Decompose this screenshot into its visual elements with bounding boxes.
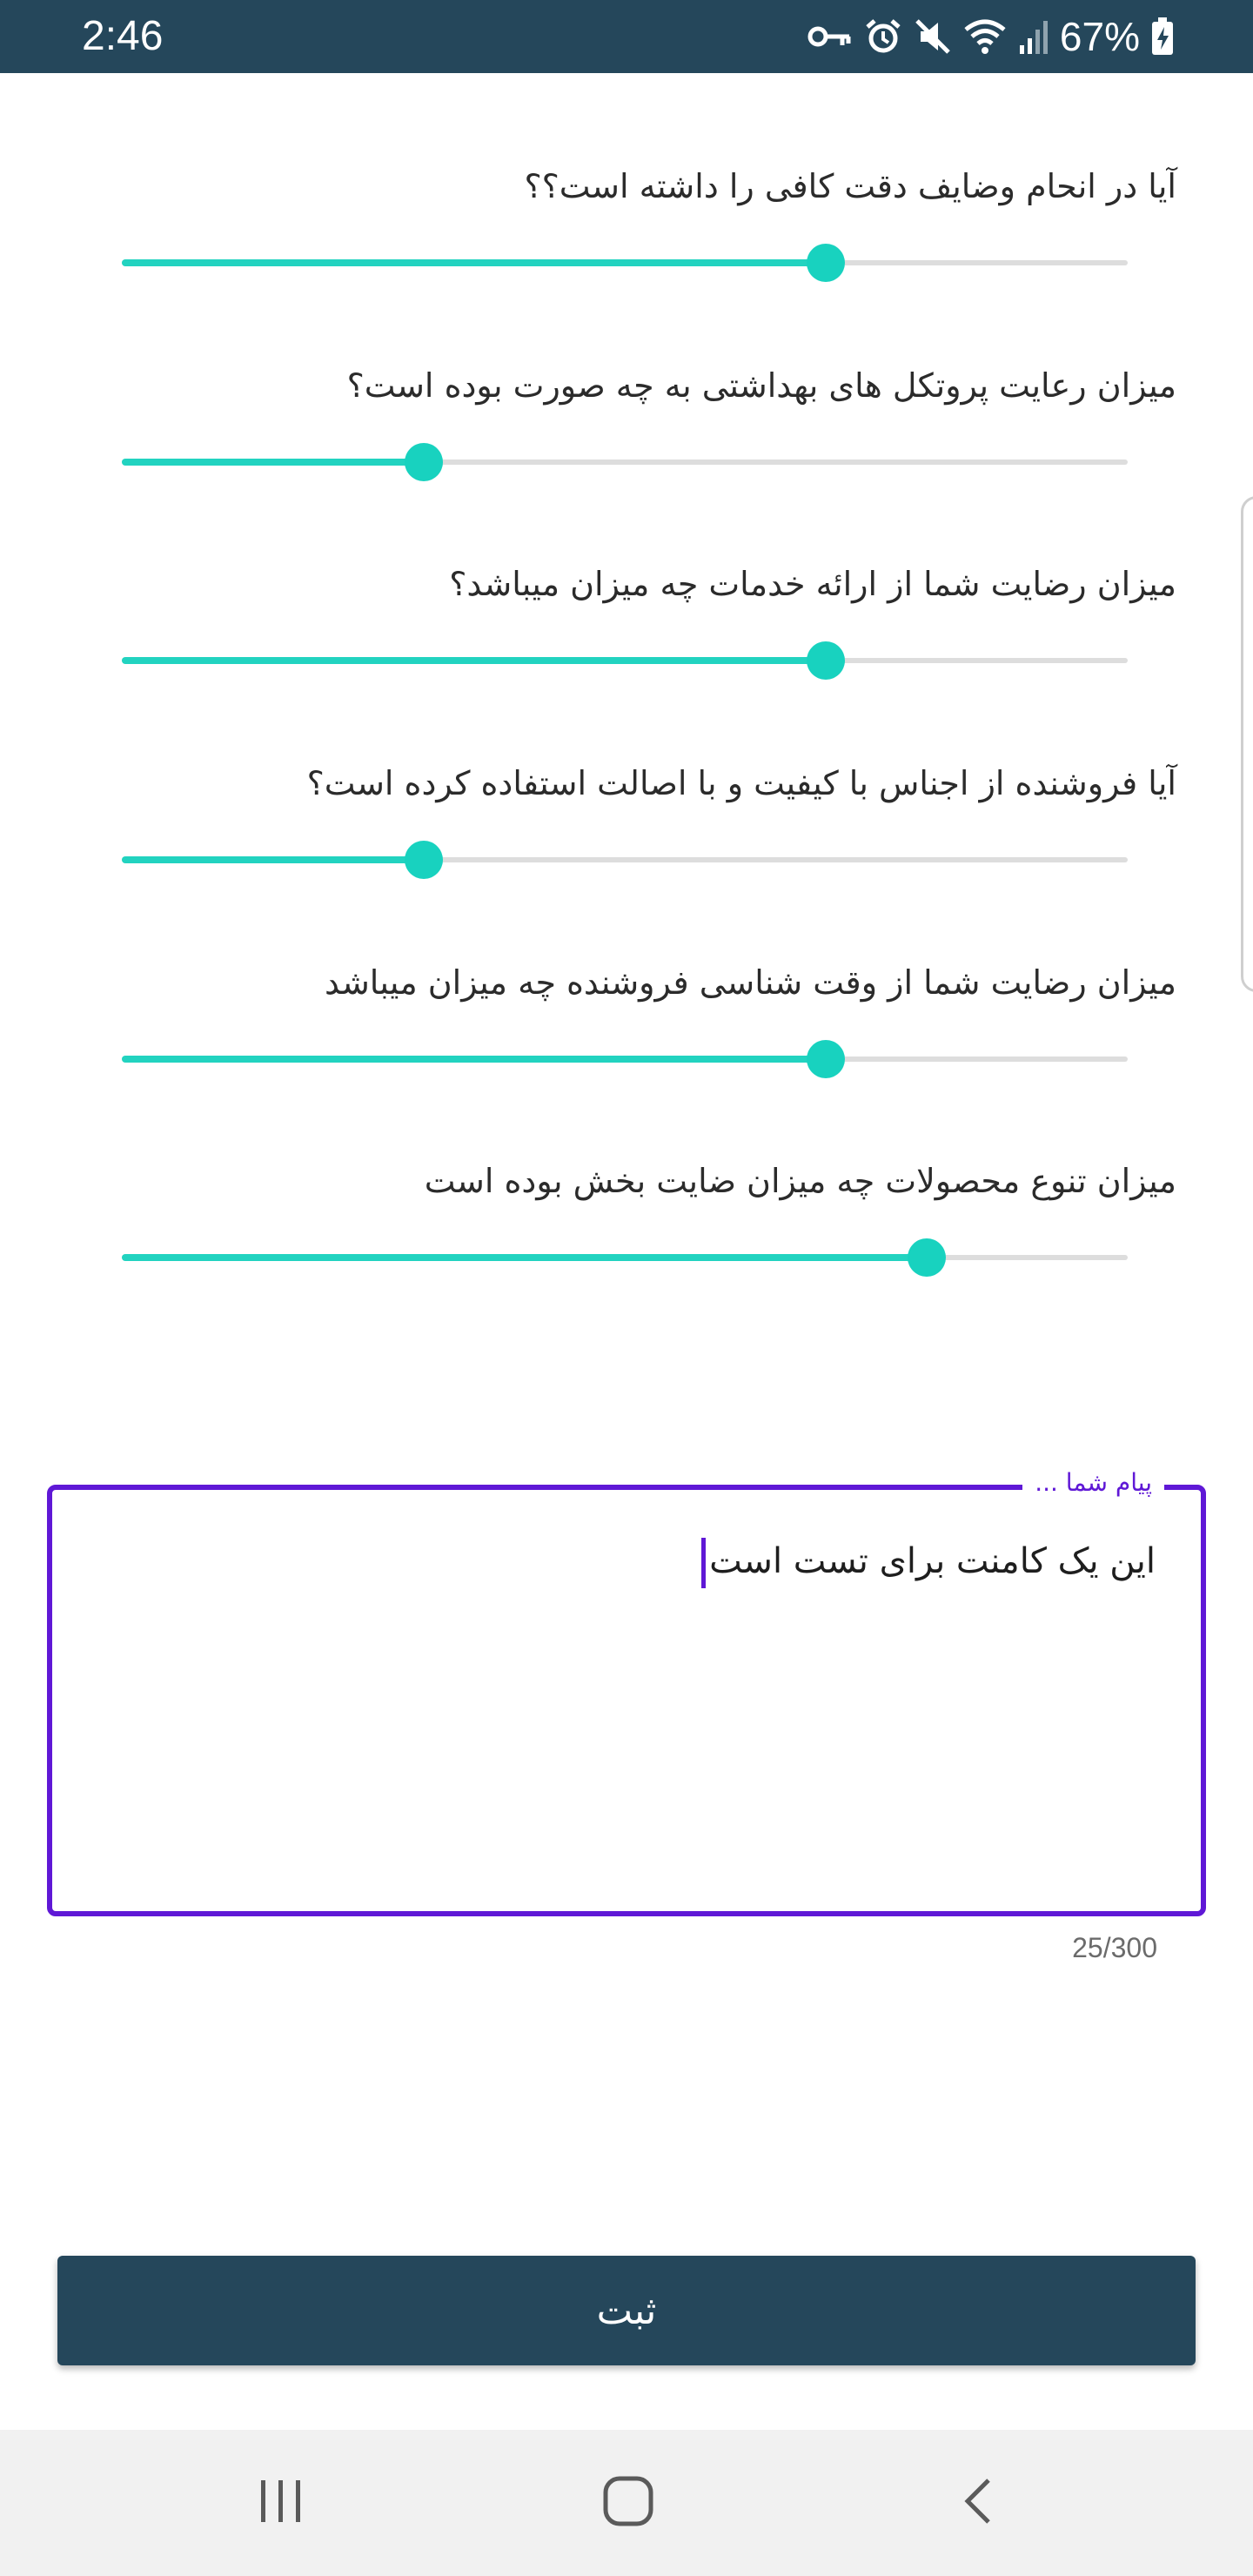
slider-fill — [122, 1056, 826, 1063]
question-label: میزان رعایت پروتکل های بهداشتی به چه صور… — [346, 366, 1176, 405]
rating-slider[interactable] — [122, 634, 1128, 687]
back-button[interactable] — [928, 2459, 1032, 2546]
battery-percent: 67% — [1059, 14, 1140, 59]
back-icon — [954, 2475, 1006, 2531]
vpn-key-icon — [807, 21, 853, 52]
question-label: آیا فروشنده از اجناس با کیفیت و با اصالت… — [306, 764, 1176, 802]
recent-apps-icon — [254, 2475, 306, 2531]
comment-input-text[interactable]: این یک کامنت برای تست است — [701, 1535, 1156, 1588]
rating-slider[interactable] — [122, 237, 1128, 289]
edge-panel-handle[interactable] — [1241, 496, 1253, 992]
signal-icon — [1018, 17, 1049, 56]
survey-question: میزان رضایت شما از وقت شناسی فروشنده چه … — [122, 958, 1176, 1157]
slider-thumb[interactable] — [908, 1238, 946, 1277]
rating-slider[interactable] — [122, 834, 1128, 886]
survey-question: آیا در انحام وضایف دقت کافی را داشته است… — [122, 162, 1176, 360]
slider-fill — [122, 1254, 927, 1261]
alarm-icon — [863, 17, 903, 57]
rating-slider[interactable] — [122, 1231, 1128, 1284]
battery-charging-icon — [1150, 17, 1175, 57]
comment-field-label: پیام شما ... — [1022, 1464, 1164, 1502]
slider-fill — [122, 259, 826, 266]
home-button[interactable] — [576, 2459, 680, 2546]
comment-field[interactable]: پیام شما ... این یک کامنت برای تست است — [47, 1464, 1206, 1916]
question-label: میزان رضایت شما از وقت شناسی فروشنده چه … — [325, 963, 1176, 1002]
home-icon — [600, 2473, 656, 2532]
recent-apps-button[interactable] — [228, 2459, 332, 2546]
question-label: آیا در انحام وضایف دقت کافی را داشته است… — [524, 167, 1176, 205]
slider-fill — [122, 856, 424, 863]
status-icons: 67% — [807, 9, 1175, 64]
status-bar: 2:46 67% — [0, 0, 1253, 73]
slider-thumb[interactable] — [405, 443, 443, 481]
navigation-bar — [0, 2430, 1253, 2576]
survey-question: میزان رعایت پروتکل های بهداشتی به چه صور… — [122, 361, 1176, 560]
comment-value: این یک کامنت برای تست است — [709, 1541, 1156, 1581]
submit-button[interactable]: ثبت — [57, 2256, 1196, 2365]
text-cursor — [701, 1538, 707, 1588]
status-time: 2:46 — [82, 13, 164, 59]
survey-question: آیا فروشنده از اجناس با کیفیت و با اصالت… — [122, 759, 1176, 957]
slider-thumb[interactable] — [405, 841, 443, 879]
slider-thumb[interactable] — [807, 1040, 845, 1078]
rating-slider[interactable] — [122, 1033, 1128, 1085]
wifi-icon — [962, 17, 1008, 56]
mute-icon — [914, 17, 952, 56]
character-counter: 25/300 — [1072, 1932, 1157, 1963]
slider-fill — [122, 459, 424, 466]
question-label: میزان رضایت شما از ارائه خدمات چه میزان … — [449, 565, 1176, 603]
question-label: میزان تنوع محصولات چه میزان ضایت بخش بود… — [424, 1162, 1176, 1200]
rating-slider[interactable] — [122, 436, 1128, 488]
slider-fill — [122, 657, 826, 664]
slider-thumb[interactable] — [807, 641, 845, 680]
survey-question: میزان رضایت شما از ارائه خدمات چه میزان … — [122, 560, 1176, 758]
slider-thumb[interactable] — [807, 244, 845, 282]
survey-question: میزان تنوع محصولات چه میزان ضایت بخش بود… — [122, 1157, 1176, 1355]
